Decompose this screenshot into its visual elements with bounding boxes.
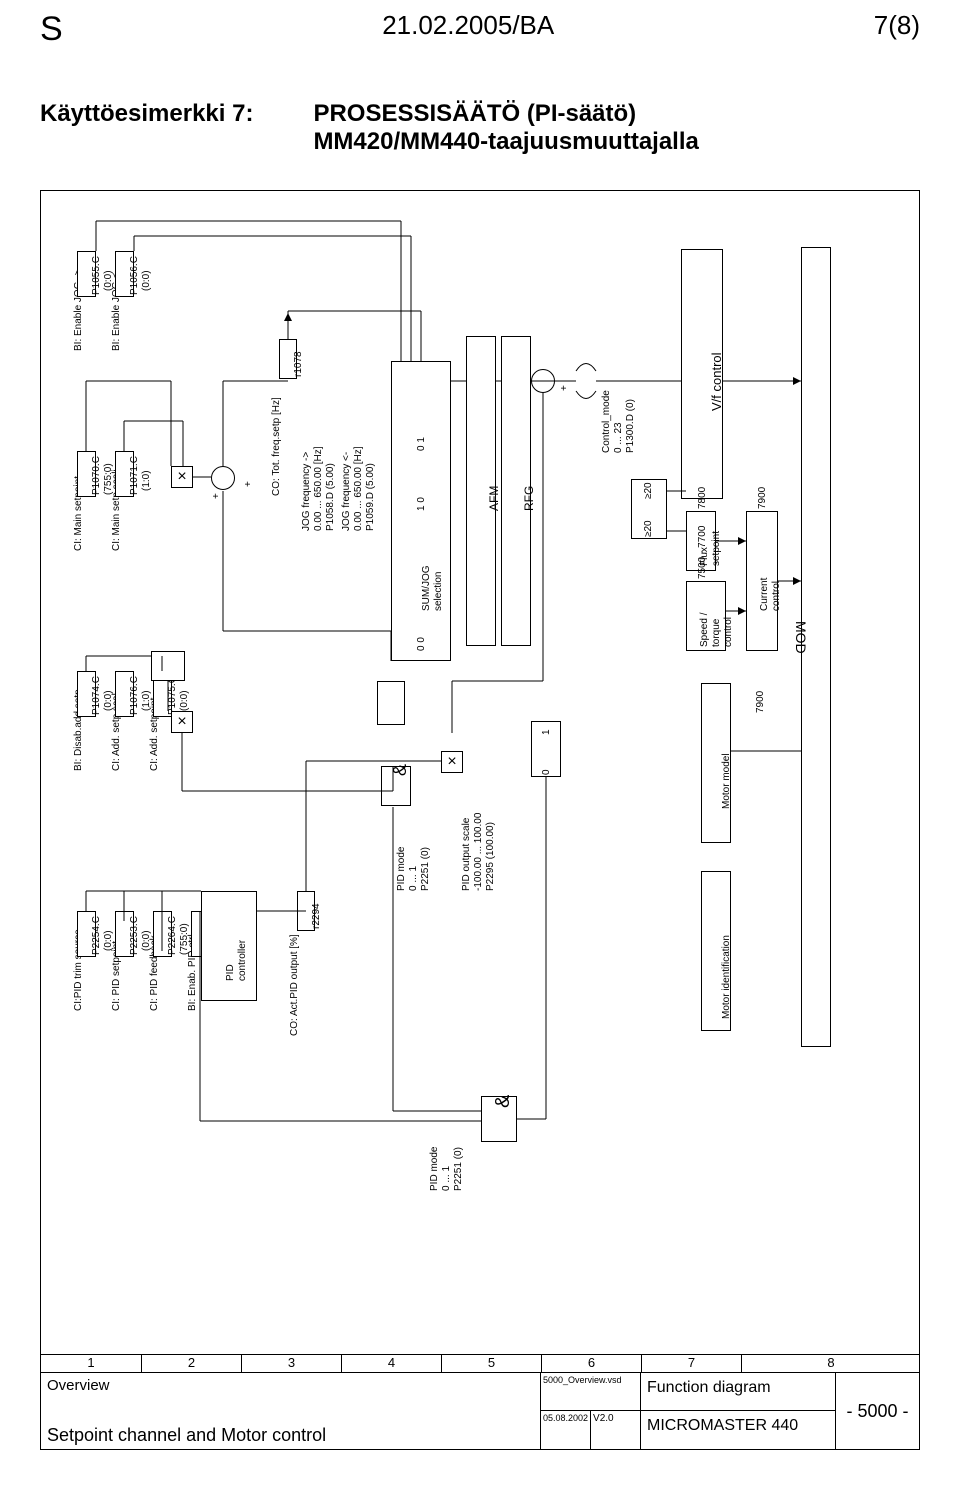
col-3: 3 xyxy=(288,1355,295,1370)
title-sub: MM420/MM440-taajuusmuuttajalla xyxy=(313,128,698,156)
overview-label: Overview xyxy=(41,1373,540,1398)
file-name: 5000_Overview.vsd xyxy=(541,1373,640,1387)
example-label: Käyttöesimerkki 7: xyxy=(40,100,253,156)
mm-label: MICROMASTER 440 xyxy=(641,1411,835,1441)
doc-mark: S xyxy=(40,10,63,49)
fd-label: Function diagram xyxy=(641,1373,835,1411)
col-2: 2 xyxy=(188,1355,195,1370)
col-1: 1 xyxy=(87,1355,94,1370)
doc-page: 7(8) xyxy=(874,10,920,49)
titleblock: 1 2 3 4 5 6 7 8 Overview Setpoint channe… xyxy=(41,1354,919,1449)
col-7: 7 xyxy=(688,1355,695,1370)
date-cell: 05.08.2002 xyxy=(541,1411,591,1450)
ver-cell: V2.0 xyxy=(591,1411,640,1450)
col-8: 8 xyxy=(827,1355,834,1370)
doc-date: 21.02.2005/BA xyxy=(382,10,554,49)
col-4: 4 xyxy=(388,1355,395,1370)
diagram-frame: BI: Enable JOG -> P1055.C (0:0) BI: Enab… xyxy=(40,190,920,1450)
title-main: PROSESSISÄÄTÖ (PI-säätö) xyxy=(313,100,698,128)
sheet-code: - 5000 - xyxy=(836,1373,919,1450)
col-5: 5 xyxy=(488,1355,495,1370)
setpoint-label: Setpoint channel and Motor control xyxy=(47,1425,326,1446)
wire-layer xyxy=(41,191,921,1351)
col-6: 6 xyxy=(588,1355,595,1370)
